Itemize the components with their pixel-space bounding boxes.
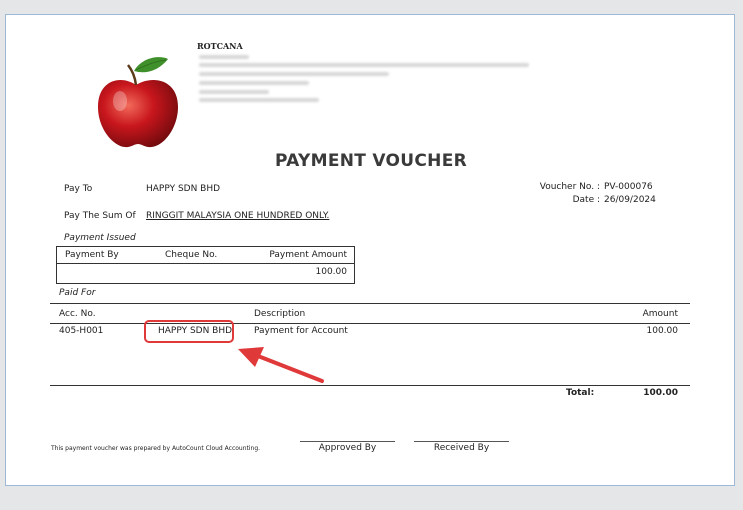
description-cell: Payment for Account — [254, 326, 348, 336]
red-arrow-icon — [238, 347, 324, 383]
description-header: Description — [254, 309, 306, 319]
received-by-label: Received By — [433, 443, 490, 453]
voucher-no-value: PV-000076 — [604, 182, 653, 192]
payment-amount-value: 100.00 — [315, 267, 348, 277]
paid-for-label: Paid For — [59, 288, 96, 298]
payment-issued-label: Payment Issued — [64, 233, 136, 243]
payment-issued-table: Payment By Cheque No. Payment Amount 100… — [56, 246, 355, 284]
payment-amount-header: Payment Amount — [269, 250, 347, 260]
acc-no-cell: 405-H001 — [59, 326, 104, 336]
amount-header: Amount — [642, 309, 678, 319]
prepared-by-note: This payment voucher was prepared by Aut… — [51, 445, 261, 452]
pay-to-value: HAPPY SDN BHD — [146, 184, 221, 194]
table-top-rule — [50, 303, 690, 304]
approved-signature-line — [300, 441, 395, 442]
total-value: 100.00 — [643, 388, 678, 398]
cheque-no-header: Cheque No. — [165, 250, 218, 260]
sum-value: RINGGIT MALAYSIA ONE HUNDRED ONLY. — [146, 211, 330, 221]
company-name: ROTCANA — [197, 41, 243, 51]
received-signature-line — [414, 441, 509, 442]
acc-no-header: Acc. No. — [59, 309, 96, 319]
approved-by-label: Approved By — [318, 443, 377, 453]
voucher-no-label: Voucher No. : — [539, 182, 600, 192]
amount-cell: 100.00 — [646, 326, 679, 336]
date-label: Date : — [572, 195, 600, 205]
total-label: Total: — [566, 388, 595, 398]
voucher-page: ROTCANA PAYMENT VOUCHER Pay To HAPPY SDN… — [5, 14, 735, 486]
highlight-box — [144, 320, 234, 343]
payment-by-header: Payment By — [65, 250, 119, 260]
table-bottom-rule — [50, 385, 690, 386]
document-title: PAYMENT VOUCHER — [274, 151, 468, 171]
sum-label: Pay The Sum Of — [64, 211, 136, 221]
date-value: 26/09/2024 — [604, 195, 656, 205]
apple-icon — [98, 57, 178, 148]
pay-to-label: Pay To — [64, 184, 93, 194]
